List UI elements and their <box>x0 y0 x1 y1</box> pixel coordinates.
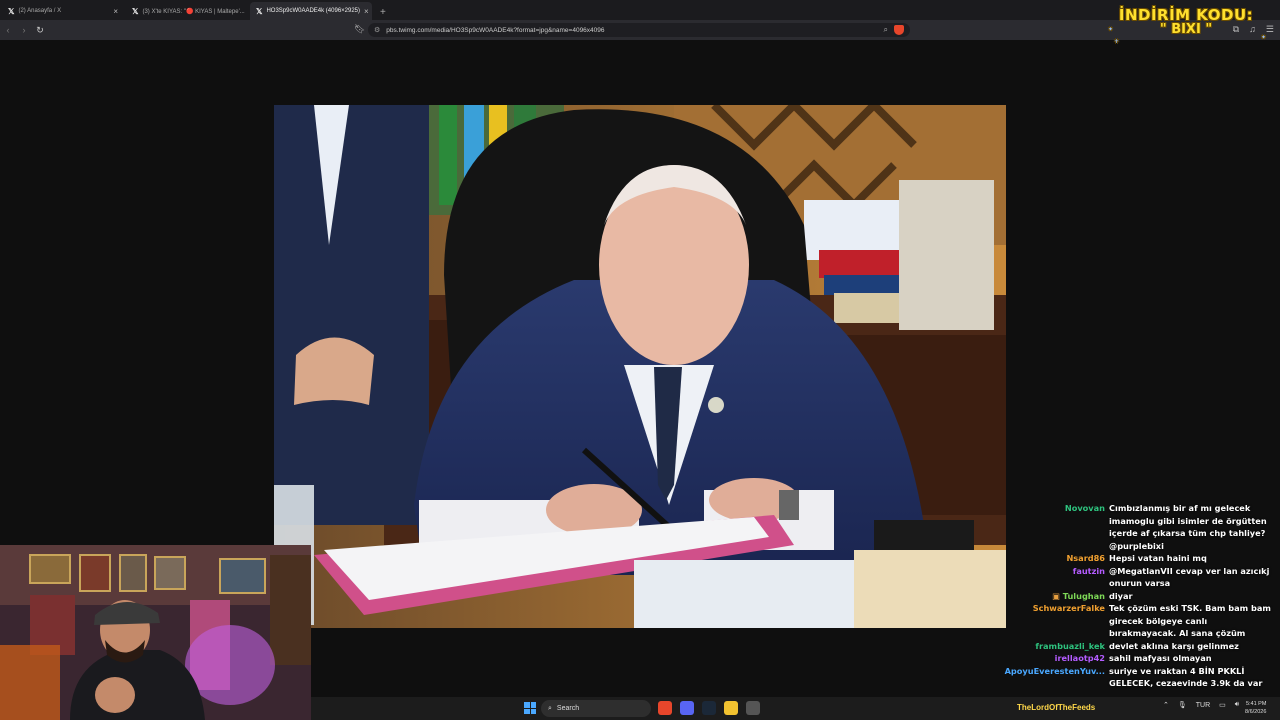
discord-icon[interactable] <box>680 701 694 715</box>
reload-icon[interactable]: ↻ <box>32 25 48 36</box>
address-bar[interactable]: ⚙︎ pbs.twimg.com/media/HO3Sp9cW0AADE4k?f… <box>368 23 910 37</box>
x-logo-icon: 𝕏 <box>8 6 15 16</box>
chat-username: SchwarzerFalke <box>1032 603 1105 613</box>
windows-start-icon[interactable] <box>524 702 536 714</box>
tab-title: (2) Anasayfa / X <box>18 8 62 14</box>
displayed-photo <box>274 105 1006 628</box>
chat-message: ApoyuEverestenYuv... suriye ve ıraktan 4… <box>990 665 1280 690</box>
tab-strip: 𝕏 (2) Anasayfa / X × 𝕏 (3) X'te KIYAS: "… <box>0 0 1280 20</box>
bookmark-icon[interactable]: 🔖︎ <box>354 24 365 35</box>
close-icon[interactable]: × <box>364 7 369 16</box>
display-icon[interactable]: ▭ <box>1219 701 1226 709</box>
stream-chat: Novovan Cımbızlanmış bir af mı gelecek i… <box>990 502 1280 690</box>
clock-time: 5:41 PM <box>1245 701 1267 707</box>
file-explorer-icon[interactable] <box>724 701 738 715</box>
url-text[interactable]: pbs.twimg.com/media/HO3Sp9cW0AADE4k?form… <box>386 27 604 34</box>
streamer-name: TheLordOfTheFeeds <box>1017 703 1096 712</box>
chat-username: irellaotp42 <box>1054 653 1105 663</box>
forward-icon[interactable]: › <box>16 25 32 35</box>
new-tab-button[interactable]: + <box>372 7 394 20</box>
menu-icon[interactable]: ☰ <box>1266 24 1274 35</box>
search-icon: ⌕ <box>548 704 552 712</box>
chat-text: suriye ve ıraktan 4 BİN PKKLİ GELECEK, c… <box>1109 665 1263 689</box>
chat-message: irellaotp42 sahil mafyası olmayan <box>990 652 1280 665</box>
x-logo-icon: 𝕏 <box>132 6 139 16</box>
steam-icon[interactable] <box>702 701 716 715</box>
chat-username: fautzin <box>1072 565 1105 576</box>
discount-code-overlay: İNDİRİM KODU: " BIXI " ✦ + ✦ <box>1108 6 1266 46</box>
search-label: Search <box>556 705 580 712</box>
clock-date: 8/6/2026 <box>1245 709 1267 715</box>
chat-message: Nsard86 Hepsi vatan haini mq <box>990 552 1280 565</box>
chat-username: Nsard86 <box>1066 553 1105 563</box>
chat-message: SchwarzerFalke Tek çözüm eski TSK. Bam b… <box>990 602 1280 640</box>
browser-toolbar: ‹ › ↻ 🔖︎ ⚙︎ pbs.twimg.com/media/HO3Sp9cW… <box>0 20 1280 40</box>
pinned-apps <box>658 701 760 715</box>
brave-browser-icon[interactable] <box>658 701 672 715</box>
back-icon[interactable]: ‹ <box>0 25 16 35</box>
chat-text: Tek çözüm eski TSK. Bam bam bam girecek … <box>1109 603 1271 638</box>
tab-x-home[interactable]: 𝕏 (2) Anasayfa / X × <box>2 2 124 20</box>
brave-shield-icon[interactable] <box>894 25 904 35</box>
tab-title: (3) X'te KIYAS: "🔴 KIYAS | Maltepe'... <box>142 8 245 15</box>
promo-line2: " BIXI " <box>1159 22 1213 37</box>
chat-username-with-badge: ▣ Tulughan <box>990 590 1105 603</box>
chat-text: @MegatlanVII cevap ver lan azıcıkj onuru… <box>1109 565 1270 589</box>
tab-title: HO3Sp9cW0AADE4k (4096×2925) <box>266 8 361 14</box>
chat-message: frambuazli_kek devlet aklına karşı gelin… <box>990 640 1280 653</box>
volume-icon[interactable]: 🔊︎ <box>1235 701 1239 709</box>
tab-x-kiyas[interactable]: 𝕏 (3) X'te KIYAS: "🔴 KIYAS | Maltepe'...… <box>126 2 248 20</box>
chat-username: frambuazli_kek <box>1035 640 1105 651</box>
chat-message: Novovan Cımbızlanmış bir af mı gelecek i… <box>990 502 1280 552</box>
sparkle-icon: ✦ <box>1260 34 1266 41</box>
system-clock[interactable]: 5:41 PM 8/6/2026 <box>1245 700 1266 716</box>
webcam-overlay <box>0 545 311 720</box>
language-indicator[interactable]: TUR <box>1196 702 1210 709</box>
sparkle-icon: ✦ <box>1108 26 1114 33</box>
x-logo-icon: 𝕏 <box>256 6 263 16</box>
chat-username: ApoyuEverestenYuv... <box>1004 665 1105 676</box>
chat-message: fautzin @MegatlanVII cevap ver lan azıcı… <box>990 565 1280 590</box>
chat-text: Cımbızlanmış bir af mı gelecek imamoglu … <box>1109 503 1267 551</box>
microphone-icon[interactable]: 🎙︎ <box>1178 701 1187 709</box>
chat-text: diyar <box>1109 590 1133 601</box>
zoom-icon[interactable]: ⌕ <box>884 25 888 35</box>
tab-image[interactable]: 𝕏 HO3Sp9cW0AADE4k (4096×2925) × <box>250 2 372 20</box>
obs-icon[interactable] <box>746 701 760 715</box>
chat-text: sahil mafyası olmayan <box>1109 653 1212 663</box>
sparkle-icon: + <box>1114 38 1120 45</box>
chat-message: ▣ Tulughan diyar <box>990 590 1280 603</box>
taskbar-search[interactable]: ⌕ Search <box>541 700 651 717</box>
chat-text: Hepsi vatan haini mq <box>1109 553 1207 563</box>
subscriber-badge-icon: ▣ <box>1052 590 1063 601</box>
close-icon[interactable]: × <box>113 7 118 16</box>
chevron-up-icon[interactable]: ⌃ <box>1163 701 1169 709</box>
chat-username: Novovan <box>1064 503 1105 513</box>
chat-username: Tulughan <box>1062 590 1105 601</box>
site-info-icon[interactable]: ⚙︎ <box>374 26 380 34</box>
system-tray: ⌃ 🎙︎ TUR ▭ 🔊︎ <box>1163 701 1239 709</box>
chat-text: devlet aklına karşı gelinmez <box>1109 640 1239 651</box>
